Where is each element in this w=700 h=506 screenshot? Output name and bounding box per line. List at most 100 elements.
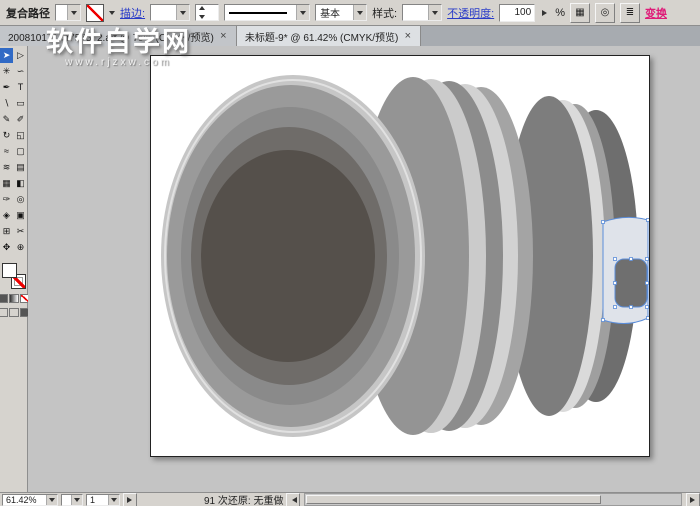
lens-drawing (151, 56, 649, 456)
anchor-point[interactable] (602, 319, 605, 322)
horizontal-scrollbar[interactable] (304, 493, 682, 506)
pencil-tool[interactable]: ✐ (14, 112, 27, 127)
appearance-select[interactable]: 基本 (315, 4, 367, 21)
chevron-down-icon (111, 498, 117, 505)
stroke-line-preview (229, 12, 287, 14)
graph-tool[interactable]: ▤ (14, 160, 27, 175)
status-bar: 61.42% 1 91 次还原: 无重做 (0, 492, 700, 506)
slice-tool[interactable]: ✂ (14, 224, 27, 239)
chevron-down-icon (71, 11, 77, 18)
canvas-area[interactable] (28, 46, 700, 492)
color-button[interactable] (0, 294, 8, 303)
direct-selection-tool[interactable]: ▷ (14, 48, 27, 63)
tool-hint-select[interactable] (61, 494, 83, 506)
chevron-down-icon[interactable] (109, 11, 115, 18)
scale-tool[interactable]: ◱ (14, 128, 27, 143)
chevron-down-icon (199, 15, 205, 22)
eyedropper-tool[interactable]: ✑ (0, 192, 13, 207)
stroke-weight-spinner[interactable] (195, 4, 219, 21)
brush-definition-select[interactable] (224, 4, 310, 21)
grid-icon-button[interactable]: ▦ (570, 3, 590, 23)
anchor-point[interactable] (646, 258, 649, 261)
percent-label: % (555, 7, 565, 19)
scroll-right-button[interactable] (686, 493, 700, 506)
hand-tool[interactable]: ✥ (0, 240, 13, 255)
anchor-point[interactable] (646, 282, 649, 285)
pen-tool[interactable]: ✒ (0, 80, 13, 95)
transform-link[interactable]: 变换 (645, 5, 667, 21)
fill-color-well[interactable] (86, 4, 104, 22)
anchor-point[interactable] (646, 306, 649, 309)
opacity-slider-arrow-icon[interactable] (542, 10, 550, 16)
zoom-value: 61.42% (6, 495, 37, 505)
free-transform-tool[interactable]: ▢ (14, 144, 27, 159)
style-select[interactable] (402, 4, 442, 21)
mesh-tool[interactable]: ▦ (0, 176, 13, 191)
undo-status-text: 91 次还原: 无重做 (204, 492, 283, 506)
live-paint-bucket-tool[interactable]: ◈ (0, 208, 13, 223)
document-tab-1[interactable]: 20081017144757572.ai* @ 75% (CMYK/预览) (0, 26, 237, 46)
selected-inner-path[interactable] (615, 259, 647, 307)
appearance-value: 基本 (320, 5, 340, 20)
arrow-right-icon (690, 497, 698, 503)
rotate-tool[interactable]: ↻ (0, 128, 13, 143)
type-tool[interactable]: T (14, 80, 27, 95)
document-tab-2[interactable]: 未标题-9* @ 61.42% (CMYK/预览) (237, 26, 422, 46)
chevron-down-icon (300, 11, 306, 18)
anchor-point[interactable] (602, 221, 605, 224)
scroll-left-button[interactable] (286, 493, 300, 506)
chevron-down-icon (49, 498, 55, 505)
style-label: 样式: (372, 5, 397, 21)
paint-mode-row (0, 294, 30, 303)
full-screen-menu-button[interactable] (9, 308, 19, 317)
anchor-point[interactable] (614, 282, 617, 285)
normal-screen-button[interactable] (0, 308, 8, 317)
zoom-tool[interactable]: ⊕ (14, 240, 27, 255)
anchor-point[interactable] (647, 219, 650, 222)
next-artboard-button[interactable] (123, 493, 137, 506)
live-paint-selection-tool[interactable]: ▣ (14, 208, 27, 223)
anchor-point[interactable] (630, 306, 633, 309)
opacity-value[interactable]: 100 (499, 4, 535, 22)
tab-label: 20081017144757572.ai* @ 75% (CMYK/预览) (8, 29, 214, 44)
zoom-level-select[interactable]: 61.42% (2, 494, 58, 506)
magic-wand-tool[interactable]: ✳ (0, 64, 13, 79)
blend-tool[interactable]: ◎ (14, 192, 27, 207)
profile-select[interactable] (55, 4, 81, 21)
stroke-color-select[interactable] (150, 4, 190, 21)
arrow-left-icon (289, 497, 297, 503)
anchor-point[interactable] (647, 317, 650, 320)
scrollbar-thumb[interactable] (306, 495, 601, 504)
rectangle-tool[interactable]: ▭ (14, 96, 27, 111)
gradient-button[interactable] (9, 294, 19, 303)
line-segment-tool[interactable]: ∖ (0, 96, 13, 111)
tab-label: 未标题-9* @ 61.42% (CMYK/预览) (245, 29, 399, 44)
selected-object[interactable] (602, 217, 650, 323)
menu-icon-button[interactable]: ≣ (620, 3, 640, 23)
lens-glass (201, 150, 375, 362)
target-icon-button[interactable]: ◎ (595, 3, 615, 23)
tool-grid: ➤ ▷ ✳ ∽ ✒ T ∖ ▭ ✎ ✐ ↻ ◱ ≈ ▢ ≋ ▤ ▦ ◧ ✑ ◎ (0, 48, 27, 255)
chevron-down-icon (180, 11, 186, 18)
stroke-link[interactable]: 描边: (120, 5, 145, 21)
artboard[interactable] (150, 55, 650, 457)
chevron-down-icon (432, 11, 438, 18)
anchor-point[interactable] (614, 258, 617, 261)
chevron-down-icon (357, 11, 363, 18)
anchor-point[interactable] (614, 306, 617, 309)
gradient-tool[interactable]: ◧ (14, 176, 27, 191)
artboard-number-select[interactable]: 1 (86, 494, 120, 506)
tools-panel: ➤ ▷ ✳ ∽ ✒ T ∖ ▭ ✎ ✐ ↻ ◱ ≈ ▢ ≋ ▤ ▦ ◧ ✑ ◎ (0, 46, 28, 492)
close-icon[interactable] (219, 32, 228, 41)
crop-area-tool[interactable]: ⊞ (0, 224, 13, 239)
symbol-sprayer-tool[interactable]: ≋ (0, 160, 13, 175)
fill-swatch[interactable] (2, 263, 17, 278)
fill-stroke-widget (2, 263, 26, 289)
anchor-point[interactable] (630, 258, 633, 261)
warp-tool[interactable]: ≈ (0, 144, 13, 159)
paintbrush-tool[interactable]: ✎ (0, 112, 13, 127)
close-icon[interactable] (403, 32, 412, 41)
selection-tool[interactable]: ➤ (0, 48, 13, 63)
lasso-tool[interactable]: ∽ (14, 64, 27, 79)
opacity-link[interactable]: 不透明度: (447, 5, 494, 21)
